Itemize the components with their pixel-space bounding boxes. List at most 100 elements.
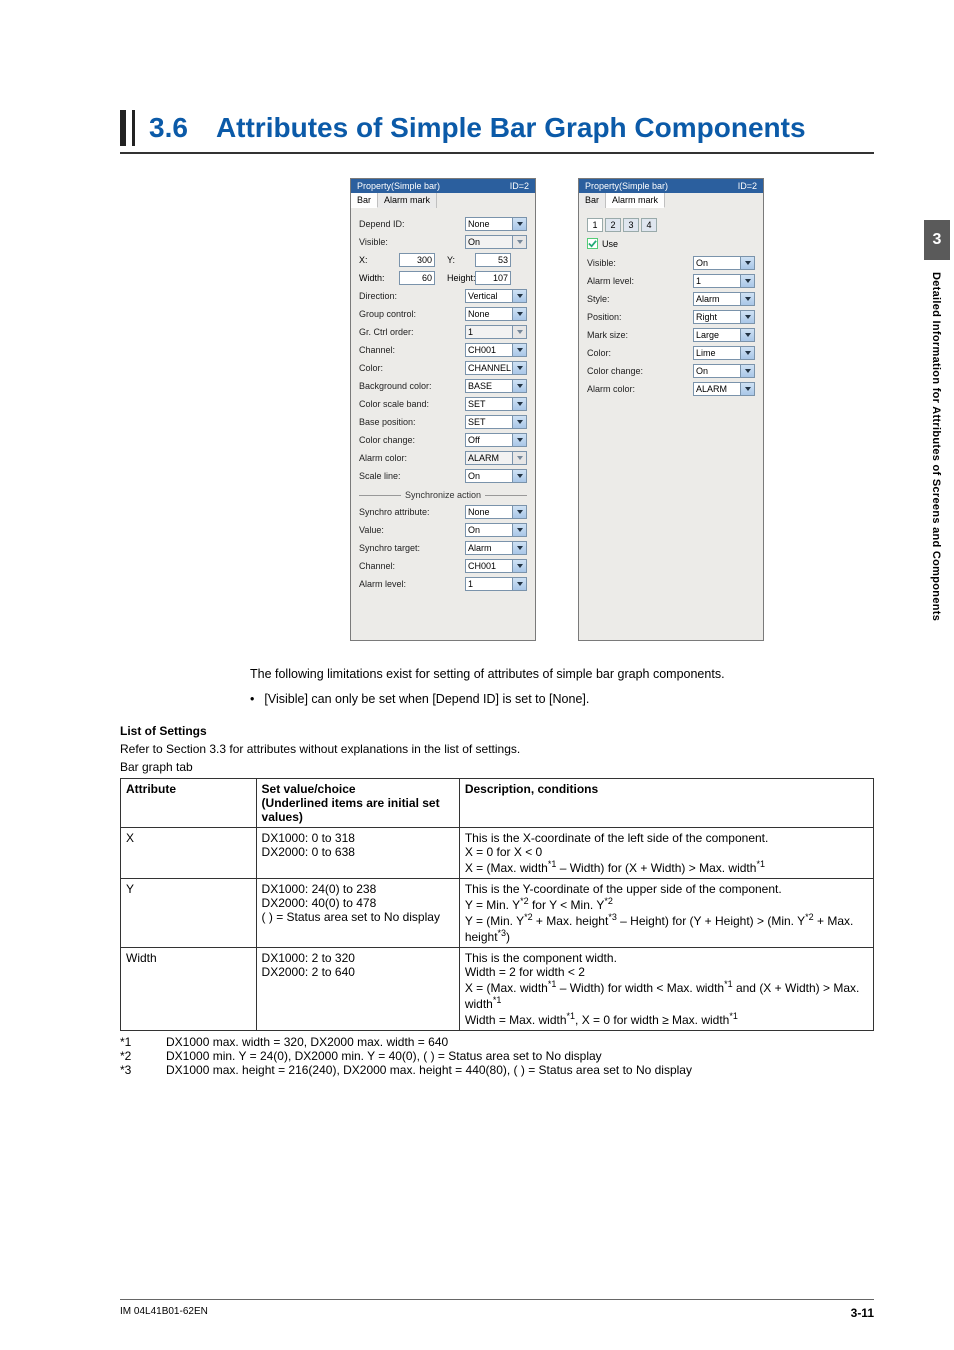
chevron-down-icon (740, 383, 754, 395)
chapter-side-tab: 3 Detailed Information for Attributes of… (924, 220, 954, 621)
combo-sync-attr[interactable]: None (465, 505, 527, 519)
lbl-gr-ctrl-order: Gr. Ctrl order: (359, 327, 465, 337)
combo-gr-ctrl-order[interactable]: 1 (465, 325, 527, 339)
combo-sync-alarm-level[interactable]: 1 (465, 577, 527, 591)
combo-a-mark-size[interactable]: Large (693, 328, 755, 342)
lbl-y: Y: (447, 255, 475, 265)
combo-alarm-color[interactable]: ALARM (465, 451, 527, 465)
chevron-down-icon (512, 452, 526, 464)
footnotes: *1DX1000 max. width = 320, DX2000 max. w… (120, 1035, 874, 1077)
lbl-a-mark-size: Mark size: (587, 330, 693, 340)
footnote-value: DX1000 max. width = 320, DX2000 max. wid… (166, 1035, 448, 1049)
combo-sync-value[interactable]: On (465, 523, 527, 537)
lbl-sync-alarm-level: Alarm level: (359, 579, 465, 589)
lbl-x: X: (359, 255, 399, 265)
footnote: *3DX1000 max. height = 216(240), DX2000 … (120, 1063, 874, 1077)
input-x[interactable]: 300 (399, 253, 435, 267)
alarm-tab-4[interactable]: 4 (641, 218, 657, 232)
list-of-settings-para: Refer to Section 3.3 for attributes with… (120, 742, 874, 756)
combo-bg-color[interactable]: BASE (465, 379, 527, 393)
input-height[interactable]: 107 (475, 271, 511, 285)
lbl-alarm-color: Alarm color: (359, 453, 465, 463)
panel-header: Property(Simple bar) ID=2 (579, 179, 763, 193)
cell-description: This is the X-coordinate of the left sid… (459, 827, 873, 878)
alarm-tab-3[interactable]: 3 (623, 218, 639, 232)
lbl-sync-channel: Channel: (359, 561, 465, 571)
chevron-down-icon (512, 344, 526, 356)
tab-alarm-mark[interactable]: Alarm mark (606, 193, 665, 208)
chapter-side-title: Detailed Information for Attributes of S… (924, 260, 948, 621)
page-footer: IM 04L41B01-62EN 3-11 (120, 1306, 874, 1320)
combo-sync-channel[interactable]: CH001 (465, 559, 527, 573)
combo-sync-target[interactable]: Alarm (465, 541, 527, 555)
chevron-down-icon (512, 380, 526, 392)
lbl-use: Use (602, 239, 618, 249)
lbl-base-position: Base position: (359, 417, 465, 427)
combo-color-scale-band[interactable]: SET (465, 397, 527, 411)
panel-header-id: ID=2 (510, 181, 529, 191)
lbl-channel: Channel: (359, 345, 465, 355)
input-y[interactable]: 53 (475, 253, 511, 267)
combo-a-visible[interactable]: On (693, 256, 755, 270)
footnote-value: DX1000 max. height = 216(240), DX2000 ma… (166, 1063, 692, 1077)
alarm-tab-1[interactable]: 1 (587, 218, 603, 232)
chevron-down-icon (512, 398, 526, 410)
lbl-depend-id: Depend ID: (359, 219, 465, 229)
checkbox-use[interactable] (587, 238, 598, 249)
sync-divider: Synchronize action (359, 490, 527, 500)
property-panel-bar: Property(Simple bar) ID=2 Bar Alarm mark… (350, 178, 536, 641)
combo-direction[interactable]: Vertical (465, 289, 527, 303)
lbl-sync-value: Value: (359, 525, 465, 535)
alarm-tab-2[interactable]: 2 (605, 218, 621, 232)
section-title: Attributes of Simple Bar Graph Component… (216, 112, 806, 144)
tab-bar[interactable]: Bar (351, 193, 378, 208)
panel-header-title: Property(Simple bar) (585, 181, 668, 191)
combo-color-change[interactable]: Off (465, 433, 527, 447)
th-description: Description, conditions (459, 778, 873, 827)
lbl-group-control: Group control: (359, 309, 465, 319)
input-width[interactable]: 60 (399, 271, 435, 285)
combo-scale-line[interactable]: On (465, 469, 527, 483)
combo-color[interactable]: CHANNEL (465, 361, 527, 375)
combo-a-color[interactable]: Lime (693, 346, 755, 360)
tab-alarm-mark[interactable]: Alarm mark (378, 193, 437, 208)
combo-visible[interactable]: On (465, 235, 527, 249)
limitations-para: The following limitations exist for sett… (250, 665, 874, 684)
lbl-bg-color: Background color: (359, 381, 465, 391)
chevron-down-icon (740, 275, 754, 287)
combo-a-position[interactable]: Right (693, 310, 755, 324)
lbl-a-color-change: Color change: (587, 366, 693, 376)
property-panel-alarm: Property(Simple bar) ID=2 Bar Alarm mark… (578, 178, 764, 641)
chevron-down-icon (512, 578, 526, 590)
table-caption: Bar graph tab (120, 760, 874, 774)
cell-description: This is the Y-coordinate of the upper si… (459, 878, 873, 947)
limitations-bullet: •[Visible] can only be set when [Depend … (250, 692, 874, 706)
combo-a-alarm-color[interactable]: ALARM (693, 382, 755, 396)
combo-a-alarm-level[interactable]: 1 (693, 274, 755, 288)
title-decor-bar-thick (120, 110, 126, 146)
panel-header: Property(Simple bar) ID=2 (351, 179, 535, 193)
cell-attribute: Y (121, 878, 257, 947)
chevron-down-icon (740, 311, 754, 323)
page: 3 Detailed Information for Attributes of… (0, 0, 954, 1350)
cell-attribute: X (121, 827, 257, 878)
combo-base-position[interactable]: SET (465, 415, 527, 429)
chevron-down-icon (512, 218, 526, 230)
lbl-sync-attr: Synchro attribute: (359, 507, 465, 517)
combo-channel[interactable]: CH001 (465, 343, 527, 357)
combo-depend-id[interactable]: None (465, 217, 527, 231)
lbl-a-style: Style: (587, 294, 693, 304)
panel-header-title: Property(Simple bar) (357, 181, 440, 191)
chevron-down-icon (512, 308, 526, 320)
table-row: YDX1000: 24(0) to 238DX2000: 40(0) to 47… (121, 878, 874, 947)
tab-bar[interactable]: Bar (579, 193, 606, 208)
combo-a-color-change[interactable]: On (693, 364, 755, 378)
chevron-down-icon (740, 347, 754, 359)
footer-page-number: 3-11 (851, 1306, 874, 1320)
lbl-a-alarm-level: Alarm level: (587, 276, 693, 286)
chevron-down-icon (512, 506, 526, 518)
combo-a-style[interactable]: Alarm (693, 292, 755, 306)
combo-group-control[interactable]: None (465, 307, 527, 321)
th-set-value: Set value/choice(Underlined items are in… (256, 778, 459, 827)
footnote-key: *1 (120, 1035, 166, 1049)
